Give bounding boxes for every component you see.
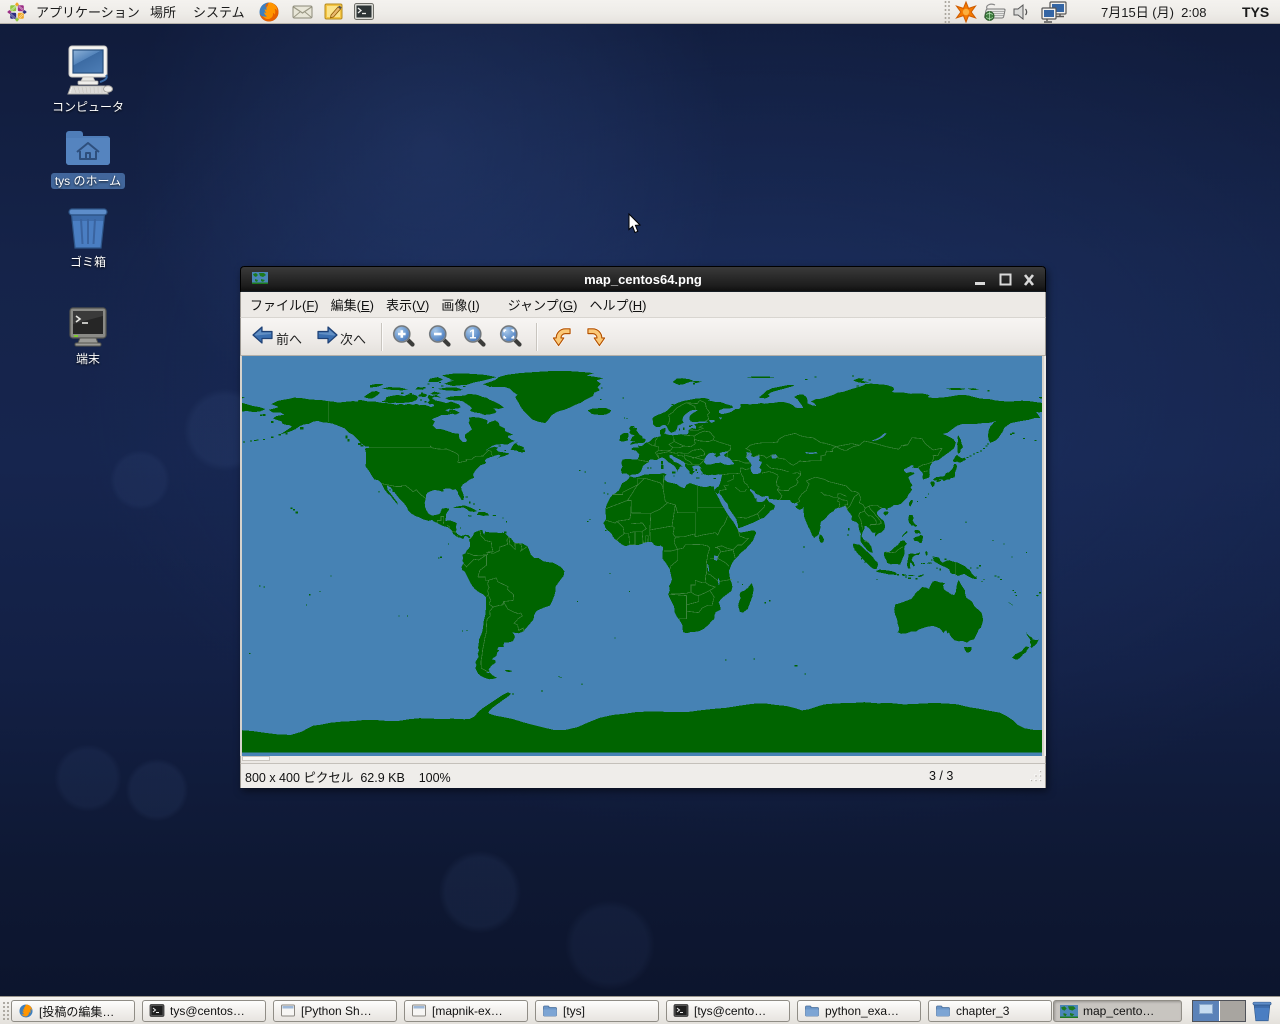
svg-text:1: 1: [469, 327, 476, 342]
